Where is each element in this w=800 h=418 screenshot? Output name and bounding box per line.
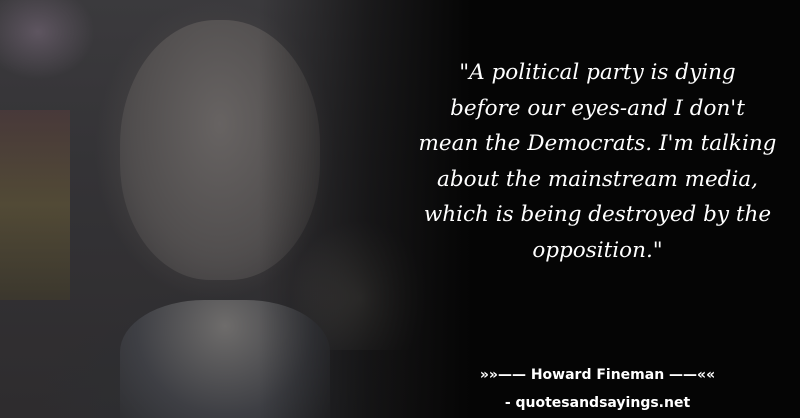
quote-text: "A political party is dying before our e… bbox=[395, 55, 800, 268]
quote-line: mean the Democrats. I'm talking bbox=[418, 131, 777, 156]
quote-line: about the mainstream media, bbox=[437, 166, 758, 192]
quote-line: before our eyes-and I don't bbox=[450, 95, 745, 121]
quote-author: »»—— Howard Fineman ——«« bbox=[479, 367, 716, 383]
quote-card: "A political party is dying before our e… bbox=[0, 0, 800, 418]
quote-line: opposition." bbox=[532, 237, 663, 263]
source-site: - quotesandsayings.net bbox=[504, 395, 691, 411]
quote-line: "A political party is dying bbox=[459, 60, 736, 85]
quote-line: which is being destroyed by the bbox=[423, 202, 772, 227]
